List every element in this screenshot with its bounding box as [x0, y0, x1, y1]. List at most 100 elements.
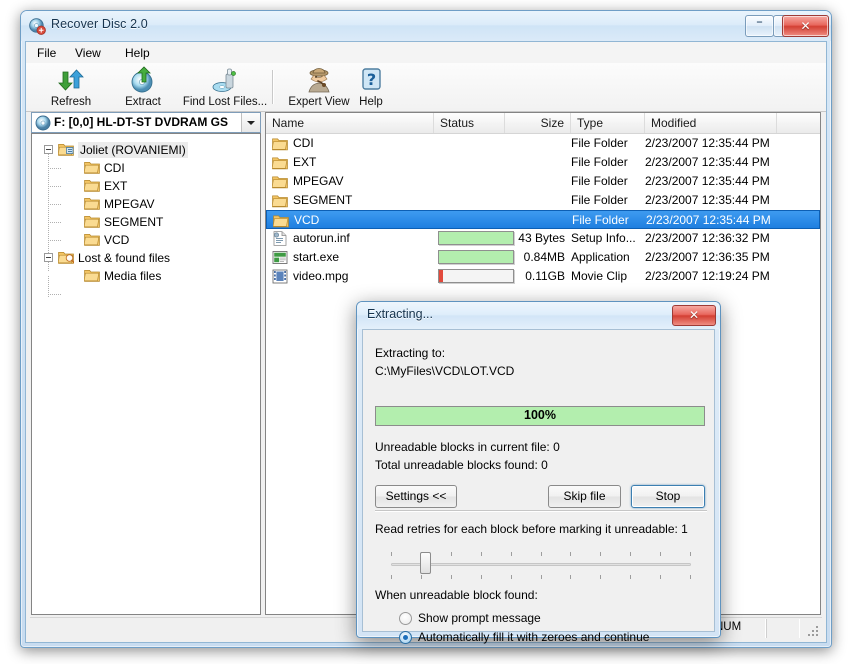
- cell-modified: 2/23/2007 12:35:44 PM: [645, 191, 777, 210]
- menu-view[interactable]: View: [68, 45, 108, 61]
- read-retries-label: Read retries for each block before marki…: [375, 522, 688, 536]
- slider-thumb[interactable]: [420, 552, 431, 574]
- status-fill: [439, 251, 513, 263]
- minimize-icon: –: [746, 16, 773, 29]
- file-list-header: Name Status Size Type Modified: [266, 113, 820, 134]
- cell-type: File Folder: [571, 153, 643, 172]
- folder-icon: [272, 193, 288, 208]
- close-button[interactable]: ✕: [782, 15, 829, 37]
- tree-connector: [48, 186, 62, 187]
- tree-item-label: Lost & found files: [78, 250, 170, 266]
- column-header-name[interactable]: Name: [266, 113, 434, 133]
- cell-size: [505, 134, 565, 153]
- status-insert: [766, 619, 800, 638]
- toolbar-help-label: Help: [344, 96, 398, 108]
- slider-tick: [391, 575, 392, 579]
- tree-item-label: VCD: [104, 232, 129, 248]
- window-title: Recover Disc 2.0: [51, 17, 148, 31]
- toolbar-find-lost-files-button[interactable]: Find Lost Files...: [178, 65, 272, 110]
- table-row[interactable]: SEGMENT File Folder 2/23/2007 12:35:44 P…: [266, 191, 820, 210]
- folder-icon: [272, 174, 288, 189]
- cell-size: 43 Bytes: [505, 229, 565, 248]
- cell-name: autorun.inf: [293, 229, 433, 248]
- tree-item-label: Joliet (ROVANIEMI): [78, 142, 188, 158]
- radio-label: Show prompt message: [418, 611, 541, 625]
- cell-status-bar: [438, 250, 514, 264]
- status-fill: [439, 270, 443, 282]
- table-row[interactable]: start.exe 0.84MB Application 2/23/2007 1…: [266, 248, 820, 267]
- folder-icon: [84, 178, 100, 192]
- cell-modified: 2/23/2007 12:35:44 PM: [645, 153, 777, 172]
- drive-selector-value: F: [0,0] HL-DT-ST DVDRAM GS: [54, 115, 240, 130]
- table-row[interactable]: video.mpg 0.11GB Movie Clip 2/23/2007 12…: [266, 267, 820, 286]
- slider-track[interactable]: [391, 563, 691, 566]
- settings-button[interactable]: Settings <<: [375, 485, 457, 508]
- tree-expander-lost-and-found[interactable]: [44, 253, 53, 262]
- cell-status-bar: [438, 231, 514, 245]
- toolbar-find-lost-files-label: Find Lost Files...: [178, 96, 272, 108]
- extracting-dialog: Extracting... ✕ Extracting to: C:\MyFile…: [356, 301, 721, 638]
- refresh-arrows-icon: [36, 66, 106, 94]
- tree-item-label: Media files: [104, 268, 161, 284]
- cell-size: [505, 153, 565, 172]
- tree-connector: [48, 168, 62, 169]
- tree-item-label: MPEGAV: [104, 196, 154, 212]
- tree-connector: [48, 294, 62, 295]
- column-header-status[interactable]: Status: [434, 113, 505, 133]
- toolbar-refresh-label: Refresh: [36, 96, 106, 108]
- slider-tick: [541, 552, 542, 556]
- resize-grip-icon[interactable]: [806, 624, 820, 638]
- toolbar-refresh-button[interactable]: Refresh: [36, 65, 106, 110]
- cell-name: EXT: [293, 153, 433, 172]
- table-row[interactable]: CDI File Folder 2/23/2007 12:35:44 PM: [266, 134, 820, 153]
- folder-icon: [84, 268, 100, 282]
- table-row[interactable]: EXT File Folder 2/23/2007 12:35:44 PM: [266, 153, 820, 172]
- stop-button[interactable]: Stop: [631, 485, 705, 508]
- read-retries-slider[interactable]: [391, 546, 691, 582]
- toolbar-separator: [272, 70, 274, 104]
- toolbar-help-button[interactable]: ? Help: [344, 65, 398, 110]
- dialog-title: Extracting...: [367, 307, 433, 321]
- menu-help[interactable]: Help: [118, 45, 157, 61]
- cell-name: MPEGAV: [293, 172, 433, 191]
- extract-progress-bar: 100%: [375, 406, 705, 426]
- toolbar-extract-button[interactable]: Extract: [110, 65, 176, 110]
- cell-size: [505, 191, 565, 210]
- volume-folder-icon: [58, 142, 74, 156]
- cell-name: SEGMENT: [293, 191, 433, 210]
- dialog-close-button[interactable]: ✕: [672, 305, 716, 326]
- skip-file-button[interactable]: Skip file: [548, 485, 621, 508]
- table-row[interactable]: autorun.inf 43 Bytes Setup Info... 2/23/…: [266, 229, 820, 248]
- minimize-button[interactable]: –: [745, 15, 774, 37]
- table-row[interactable]: MPEGAV File Folder 2/23/2007 12:35:44 PM: [266, 172, 820, 191]
- cell-modified: 2/23/2007 12:35:44 PM: [646, 211, 778, 230]
- tree-item-label: SEGMENT: [104, 214, 163, 230]
- drive-selector[interactable]: F: [0,0] HL-DT-ST DVDRAM GS: [31, 112, 261, 133]
- slider-tick: [451, 552, 452, 556]
- chevron-down-icon[interactable]: [241, 113, 260, 132]
- dialog-body: Extracting to: C:\MyFiles\VCD\LOT.VCD 10…: [362, 329, 715, 632]
- cell-name: VCD: [294, 211, 434, 230]
- tree-expander-joliet[interactable]: [44, 145, 53, 154]
- cell-modified: 2/23/2007 12:36:32 PM: [645, 229, 777, 248]
- slider-tick: [600, 575, 601, 579]
- cell-modified: 2/23/2007 12:35:44 PM: [645, 134, 777, 153]
- table-row[interactable]: VCD File Folder 2/23/2007 12:35:44 PM: [266, 210, 820, 229]
- column-header-modified[interactable]: Modified: [645, 113, 777, 133]
- status-fill: [439, 232, 513, 244]
- extracting-to-label: Extracting to:: [375, 346, 445, 360]
- column-header-filler: [777, 113, 821, 133]
- cell-type: Setup Info...: [571, 229, 643, 248]
- folder-icon: [84, 196, 100, 210]
- tree-item-label: CDI: [104, 160, 125, 176]
- column-header-size[interactable]: Size: [505, 113, 571, 133]
- tree-connector: [48, 204, 62, 205]
- column-header-type[interactable]: Type: [571, 113, 645, 133]
- cell-type: Application: [571, 248, 643, 267]
- cell-type: File Folder: [571, 134, 643, 153]
- folder-tree[interactable]: Joliet (ROVANIEMI) CDI EXT: [31, 133, 261, 615]
- setup-info-icon: [272, 231, 288, 246]
- slider-tick: [630, 575, 631, 579]
- toolbar: Refresh Extract: [26, 63, 826, 112]
- menu-file[interactable]: File: [30, 45, 63, 61]
